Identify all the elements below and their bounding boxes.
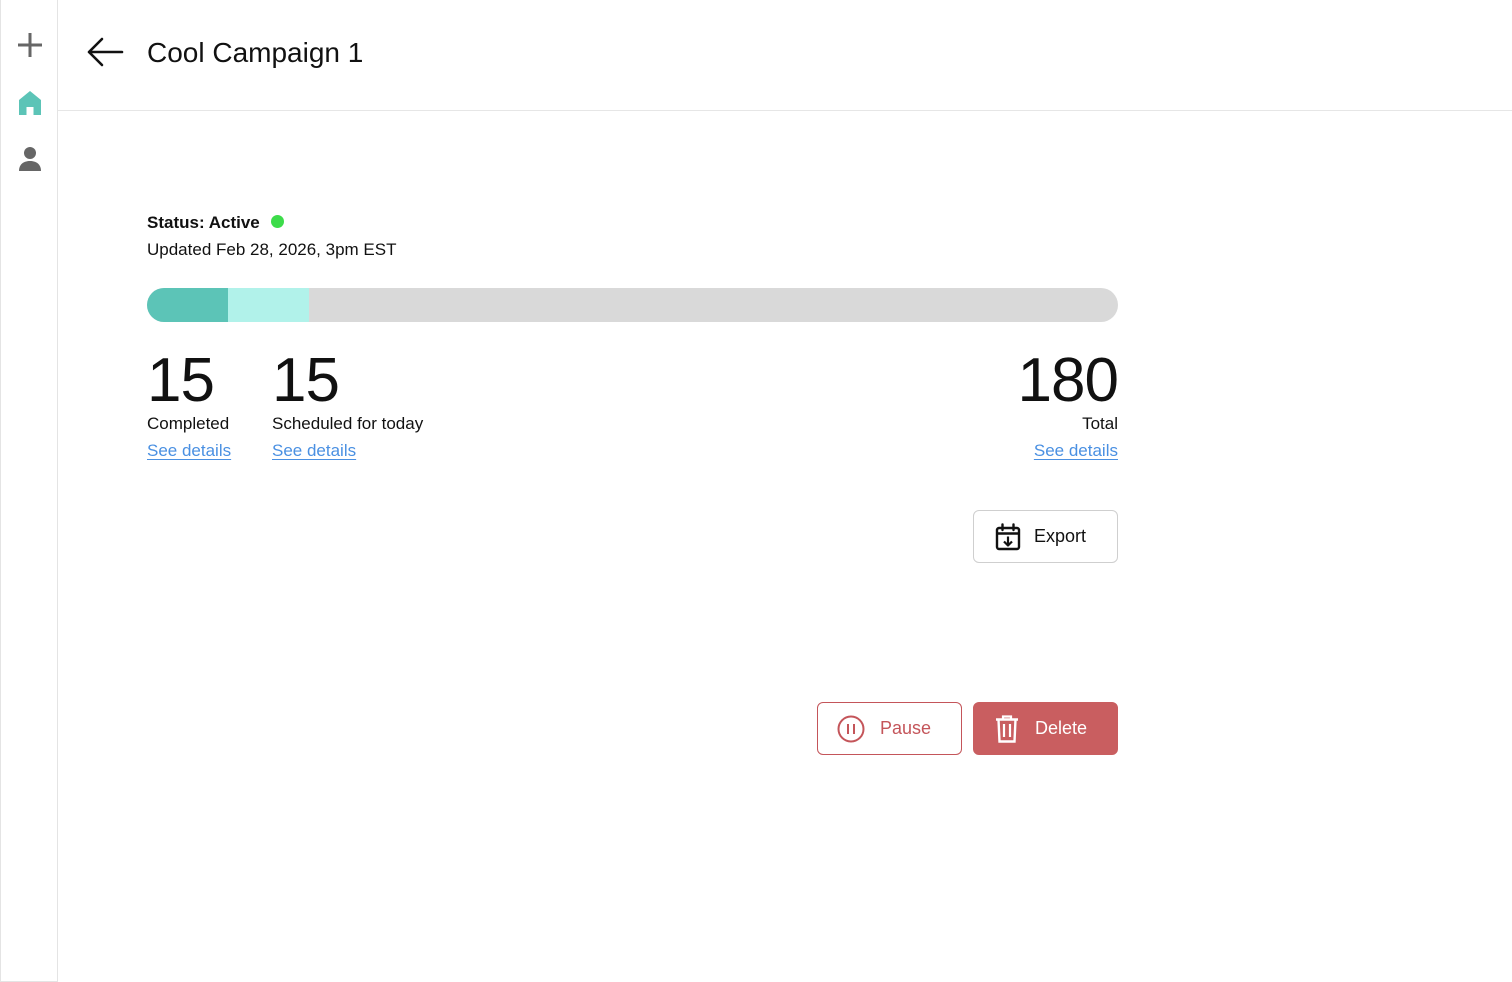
export-label: Export (1034, 526, 1087, 546)
pause-circle-icon (837, 715, 865, 742)
completed-see-details-link[interactable]: See details (147, 440, 231, 462)
total-see-details-link[interactable]: See details (1034, 440, 1118, 462)
person-icon (19, 147, 41, 171)
calendar-download-icon (995, 522, 1021, 550)
stat-completed: 15 Completed See details (147, 345, 231, 462)
status-indicator (270, 215, 284, 228)
progress-segment-scheduled (227, 288, 309, 322)
progress-segment-completed (147, 288, 228, 322)
trash-icon (996, 714, 1018, 743)
stat-scheduled-value: 15 (272, 346, 340, 415)
page-header: Cool Campaign 1 (58, 0, 1512, 111)
stat-completed-label: Completed (147, 414, 230, 433)
export-button[interactable]: Export (973, 510, 1118, 563)
stat-completed-value: 15 (147, 346, 215, 415)
sidebar (0, 0, 58, 982)
arrow-left-icon (87, 37, 124, 67)
pause-label: Pause (880, 718, 932, 738)
back-button[interactable] (85, 34, 125, 70)
scheduled-see-details-link[interactable]: See details (272, 440, 356, 462)
delete-button[interactable]: Delete (973, 702, 1118, 755)
status-label: Status: Active (147, 213, 260, 232)
delete-label: Delete (1035, 718, 1088, 738)
updated-timestamp: Updated Feb 28, 2026, 3pm EST (147, 240, 397, 259)
sidebar-item-add[interactable] (15, 30, 45, 60)
status-row: Status: Active (147, 212, 284, 234)
pause-button[interactable]: Pause (817, 702, 962, 755)
sidebar-item-profile[interactable] (15, 144, 45, 174)
campaign-progress-bar (147, 288, 1118, 322)
stat-scheduled: 15 Scheduled for today See details (272, 345, 423, 462)
plus-icon (18, 33, 42, 57)
home-icon (19, 91, 41, 115)
sidebar-item-home[interactable] (15, 88, 45, 118)
stat-total-value: 180 (1017, 346, 1119, 415)
stat-scheduled-label: Scheduled for today (272, 414, 424, 433)
page-title: Cool Campaign 1 (147, 37, 364, 68)
stat-total: 180 Total See details (1017, 345, 1119, 462)
